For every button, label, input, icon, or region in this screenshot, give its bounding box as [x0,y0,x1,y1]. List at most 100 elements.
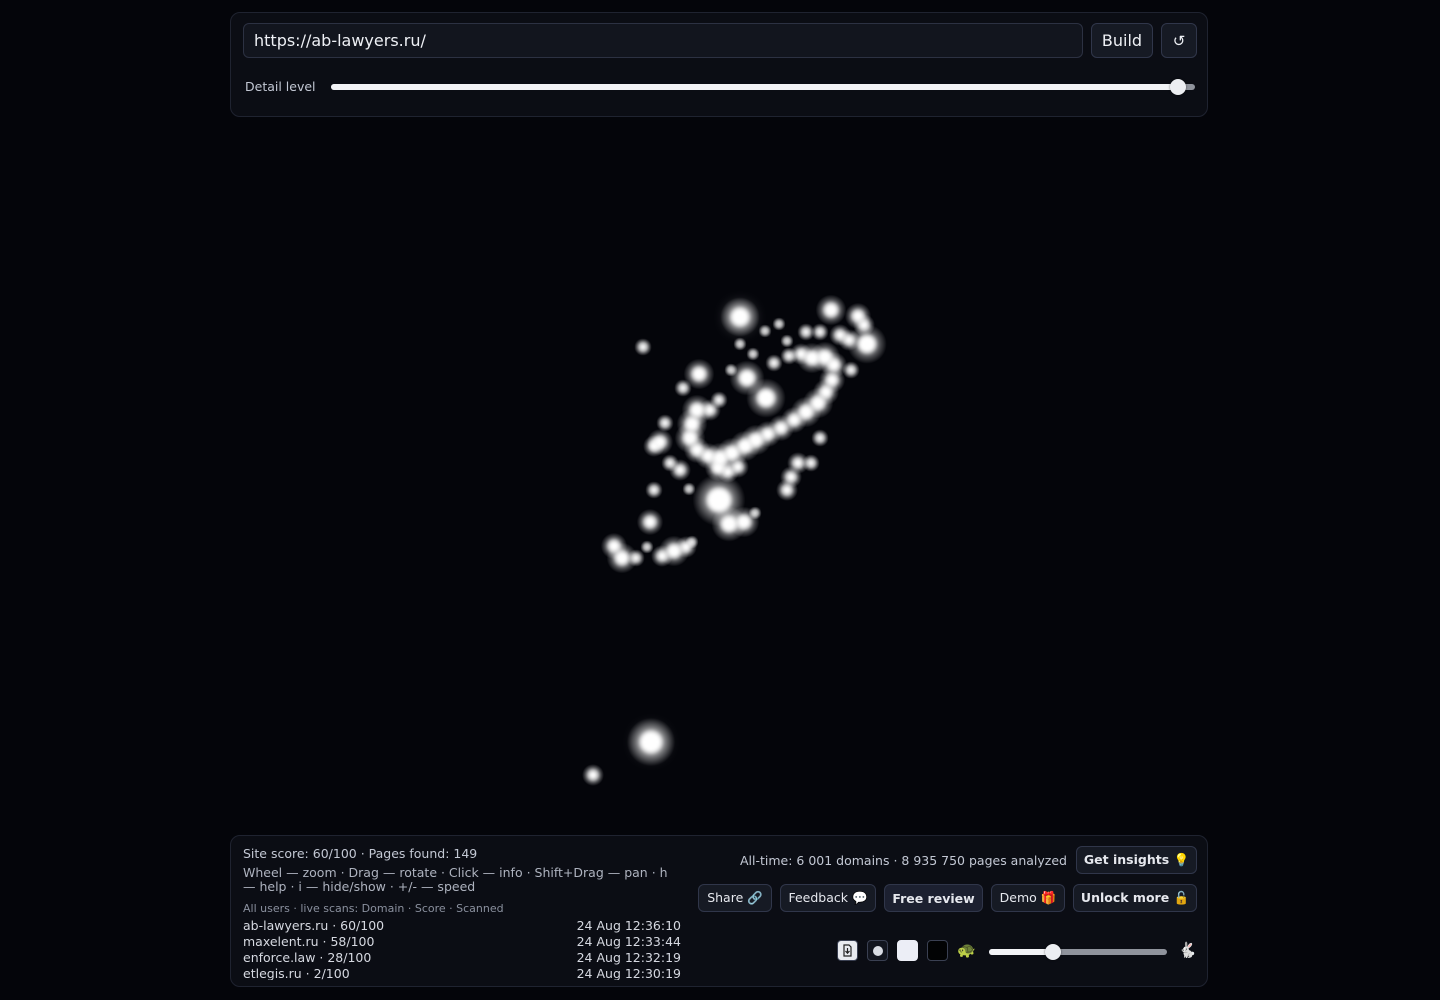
page-node[interactable] [715,396,723,404]
page-node[interactable] [721,516,737,532]
stats-panel: Site score: 60/100 · Pages found: 149 Wh… [230,835,1208,987]
free-review-button[interactable]: Free review [884,884,983,912]
list-item[interactable]: etlegis.ru · 2/100 24 Aug 12:30:19 [243,966,681,980]
list-item[interactable]: enforce.law · 28/100 24 Aug 12:32:19 [243,950,681,966]
page-node[interactable] [816,434,824,442]
page-node[interactable] [750,351,756,357]
page-node[interactable] [807,459,815,467]
page-node[interactable] [752,510,758,516]
page-node[interactable] [644,516,656,528]
page-node[interactable] [775,422,787,434]
page-node[interactable] [692,367,706,381]
page-node[interactable] [816,328,824,336]
detail-level-slider[interactable] [331,79,1195,95]
page-node[interactable] [639,343,647,351]
node-size-toggle[interactable] [867,940,888,961]
page-node[interactable] [731,308,749,326]
page-node[interactable] [712,462,724,474]
page-node[interactable] [799,405,813,419]
scan-time: 24 Aug 12:33:44 [576,934,681,949]
page-node[interactable] [784,338,790,344]
page-node[interactable] [737,515,751,529]
page-node[interactable] [762,428,774,440]
page-node[interactable] [788,414,800,426]
scan-domain: enforce.law · 28/100 [243,950,372,965]
page-node[interactable] [644,544,650,550]
site-score-text: Site score: 60/100 · Pages found: 149 [243,846,478,861]
page-node[interactable] [847,366,855,374]
page-node[interactable] [683,431,697,445]
page-node[interactable] [859,320,869,330]
page-node[interactable] [828,359,840,371]
light-theme-button[interactable] [897,940,918,961]
page-node[interactable] [824,303,838,317]
all-time-stats: All-time: 6 001 domains · 8 935 750 page… [739,853,1067,868]
site-graph-canvas[interactable] [0,120,1440,832]
page-node[interactable] [685,417,699,431]
page-node[interactable] [667,544,681,558]
page-node[interactable] [632,554,640,562]
page-node[interactable] [786,472,796,482]
feedback-button[interactable]: Feedback 💬 [780,884,876,912]
page-node[interactable] [702,450,714,462]
page-node[interactable] [649,441,659,451]
rabbit-fast-icon[interactable]: 🐇 [1178,940,1197,961]
detail-level-thumb[interactable] [1169,79,1186,95]
page-node[interactable] [737,341,743,347]
page-node[interactable] [725,446,739,460]
page-node[interactable] [776,321,782,327]
page-node[interactable] [588,770,598,780]
page-node[interactable] [608,540,620,552]
page-node[interactable] [691,444,703,456]
page-node[interactable] [690,403,704,417]
page-node[interactable] [811,396,825,410]
get-insights-button[interactable]: Get insights 💡 [1076,846,1197,874]
demo-button[interactable]: Demo 🎁 [991,884,1065,912]
dark-theme-button[interactable] [927,940,948,961]
page-node[interactable] [844,335,854,345]
page-node[interactable] [793,458,803,468]
page-node[interactable] [738,439,752,453]
page-node[interactable] [733,462,743,472]
page-node[interactable] [723,467,733,477]
list-item[interactable]: maxelent.ru · 58/100 24 Aug 12:33:44 [243,934,681,950]
page-node[interactable] [826,374,838,386]
page-node[interactable] [728,367,734,373]
page-node[interactable] [707,488,731,512]
page-node[interactable] [852,310,864,322]
share-button[interactable]: Share 🔗 [698,884,772,912]
page-node[interactable] [657,551,667,561]
page-node[interactable] [679,384,687,392]
turtle-slow-icon[interactable]: 🐢 [957,940,976,961]
page-node[interactable] [820,386,832,398]
page-node[interactable] [796,349,806,359]
page-node[interactable] [686,486,692,492]
page-node[interactable] [739,370,755,386]
animation-speed-thumb[interactable] [1045,944,1062,960]
page-node[interactable] [802,328,810,336]
page-node[interactable] [666,459,674,467]
page-node[interactable] [615,551,629,565]
export-button[interactable] [837,940,858,961]
refresh-button[interactable]: ↺ [1161,23,1197,58]
page-node[interactable] [770,359,778,367]
page-node[interactable] [805,351,819,365]
page-node[interactable] [757,389,775,407]
page-node[interactable] [661,419,669,427]
page-node[interactable] [858,335,876,353]
build-button[interactable]: Build [1091,23,1153,58]
list-item[interactable]: ab-lawyers.ru · 60/100 24 Aug 12:36:10 [243,918,681,934]
page-node[interactable] [650,486,658,494]
page-node[interactable] [675,465,685,475]
node-halo-layer [582,294,887,786]
page-node[interactable] [705,405,715,415]
animation-speed-slider[interactable] [989,944,1167,960]
page-node[interactable] [835,330,845,340]
page-node[interactable] [782,485,792,495]
page-node[interactable] [785,352,793,360]
url-input[interactable] [243,23,1083,58]
unlock-more-button[interactable]: Unlock more 🔓 [1073,884,1197,912]
page-node[interactable] [640,731,662,753]
page-node[interactable] [762,328,768,334]
page-node[interactable] [689,539,695,545]
